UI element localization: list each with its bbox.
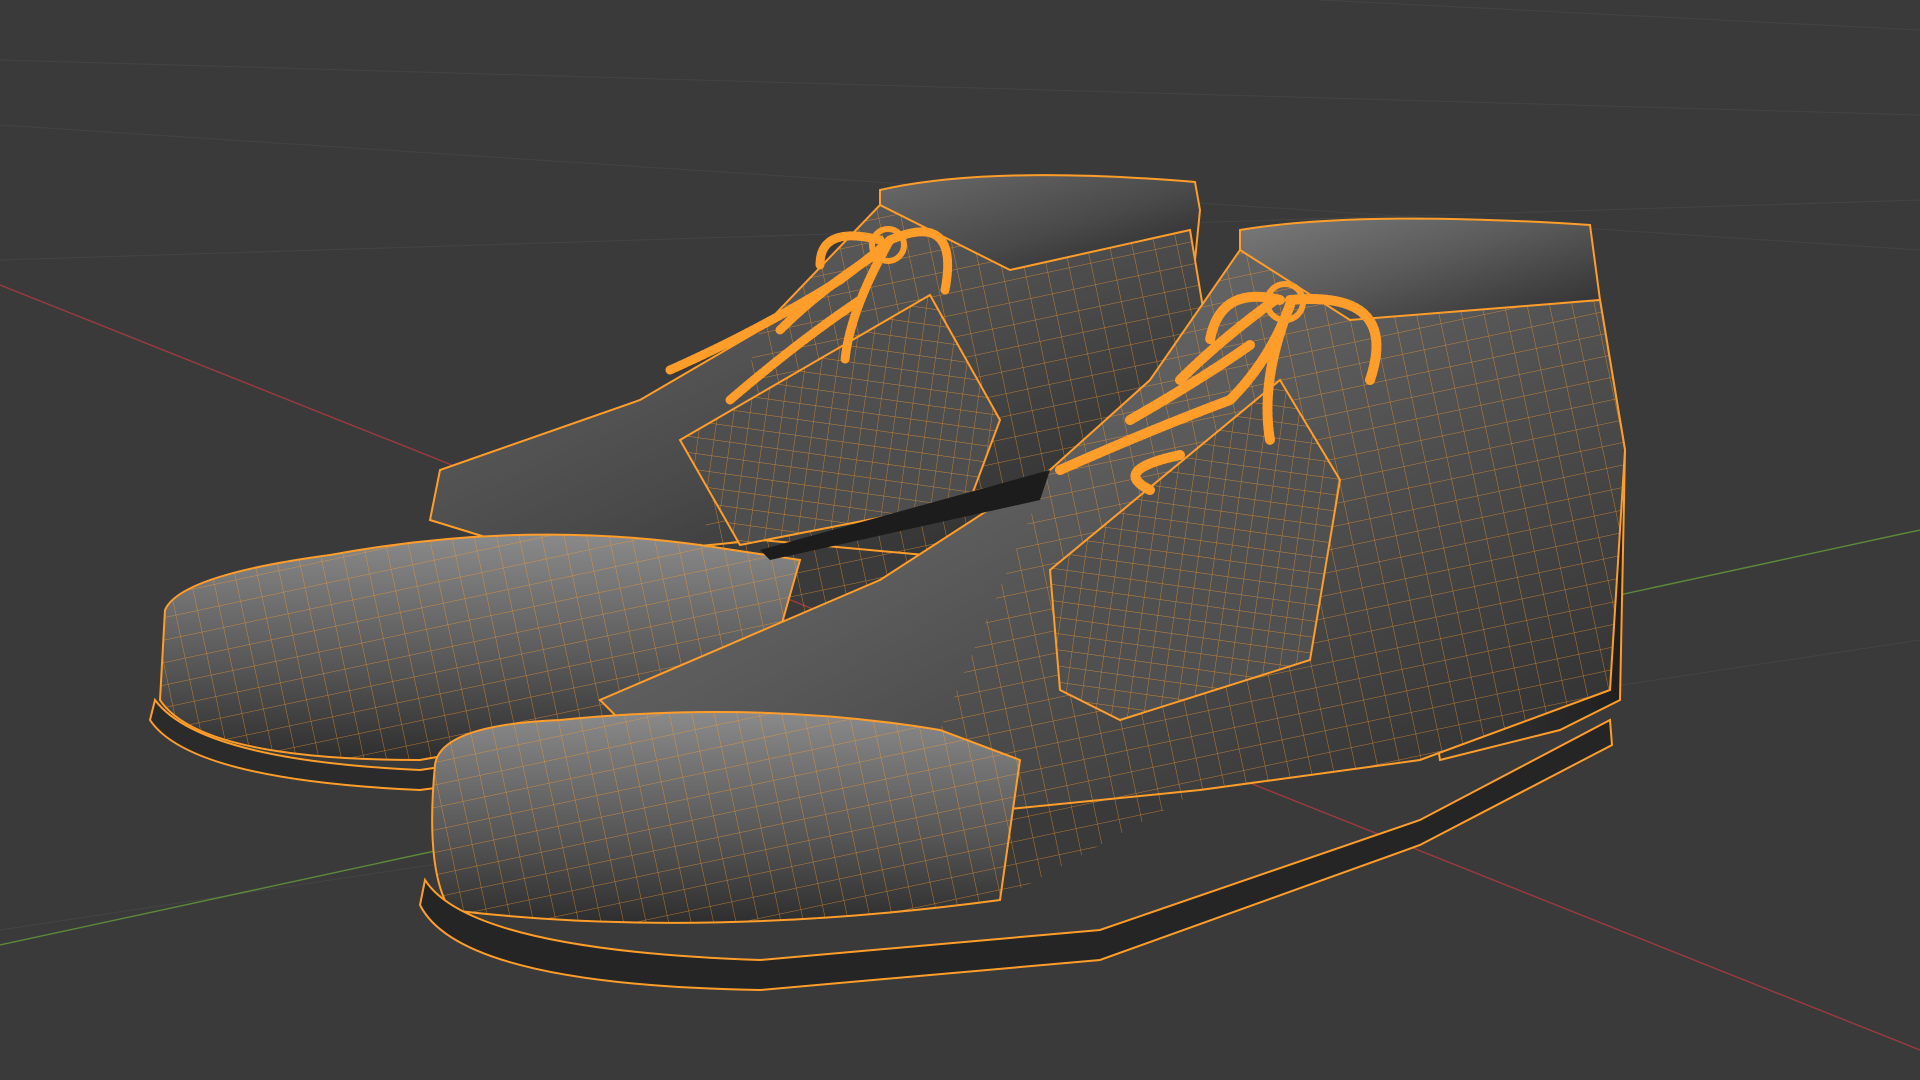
3d-viewport[interactable] bbox=[0, 0, 1920, 1080]
viewport-scene[interactable] bbox=[0, 0, 1920, 1080]
